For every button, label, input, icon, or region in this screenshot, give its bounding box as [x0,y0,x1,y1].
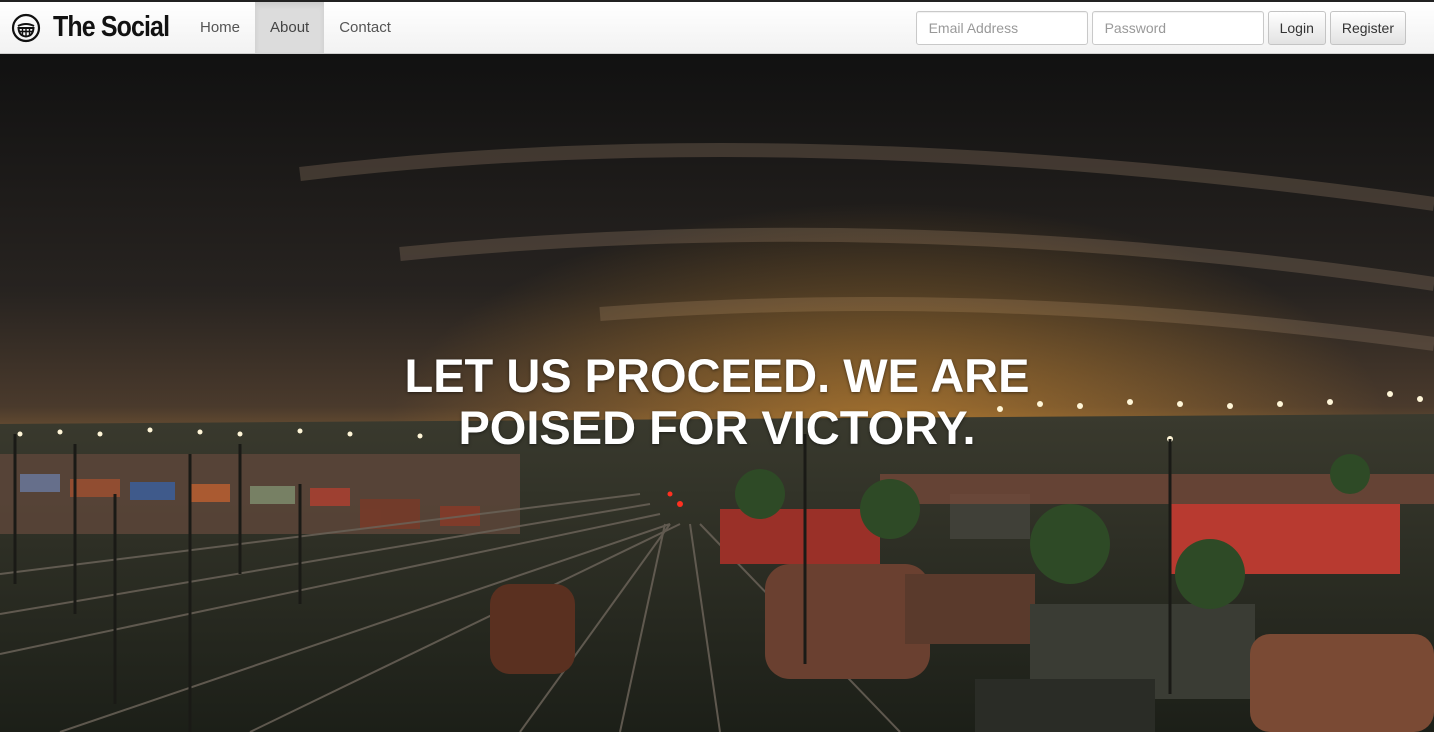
hero-section: LET US PROCEED. WE ARE POISED FOR VICTOR… [0,54,1434,732]
email-field[interactable] [915,11,1088,45]
nav-item-about[interactable]: About [255,2,325,53]
main-nav: Home About Contact [185,2,406,53]
navbar: The Social Home About Contact Login Regi… [0,0,1434,54]
login-button[interactable]: Login [1267,11,1326,45]
hero-headline: LET US PROCEED. WE ARE POISED FOR VICTOR… [0,350,1434,454]
hero-headline-line-1: LET US PROCEED. WE ARE [404,349,1030,402]
brand[interactable]: The Social [0,2,185,53]
nav-item-home[interactable]: Home [185,2,255,53]
password-field[interactable] [1091,11,1264,45]
grinning-face-icon [11,13,41,42]
register-button[interactable]: Register [1329,11,1406,45]
brand-name: The Social [53,11,170,43]
nav-item-contact[interactable]: Contact [324,2,406,53]
hero-headline-line-2: POISED FOR VICTORY. [458,401,976,454]
login-form: Login Register [915,11,1406,45]
